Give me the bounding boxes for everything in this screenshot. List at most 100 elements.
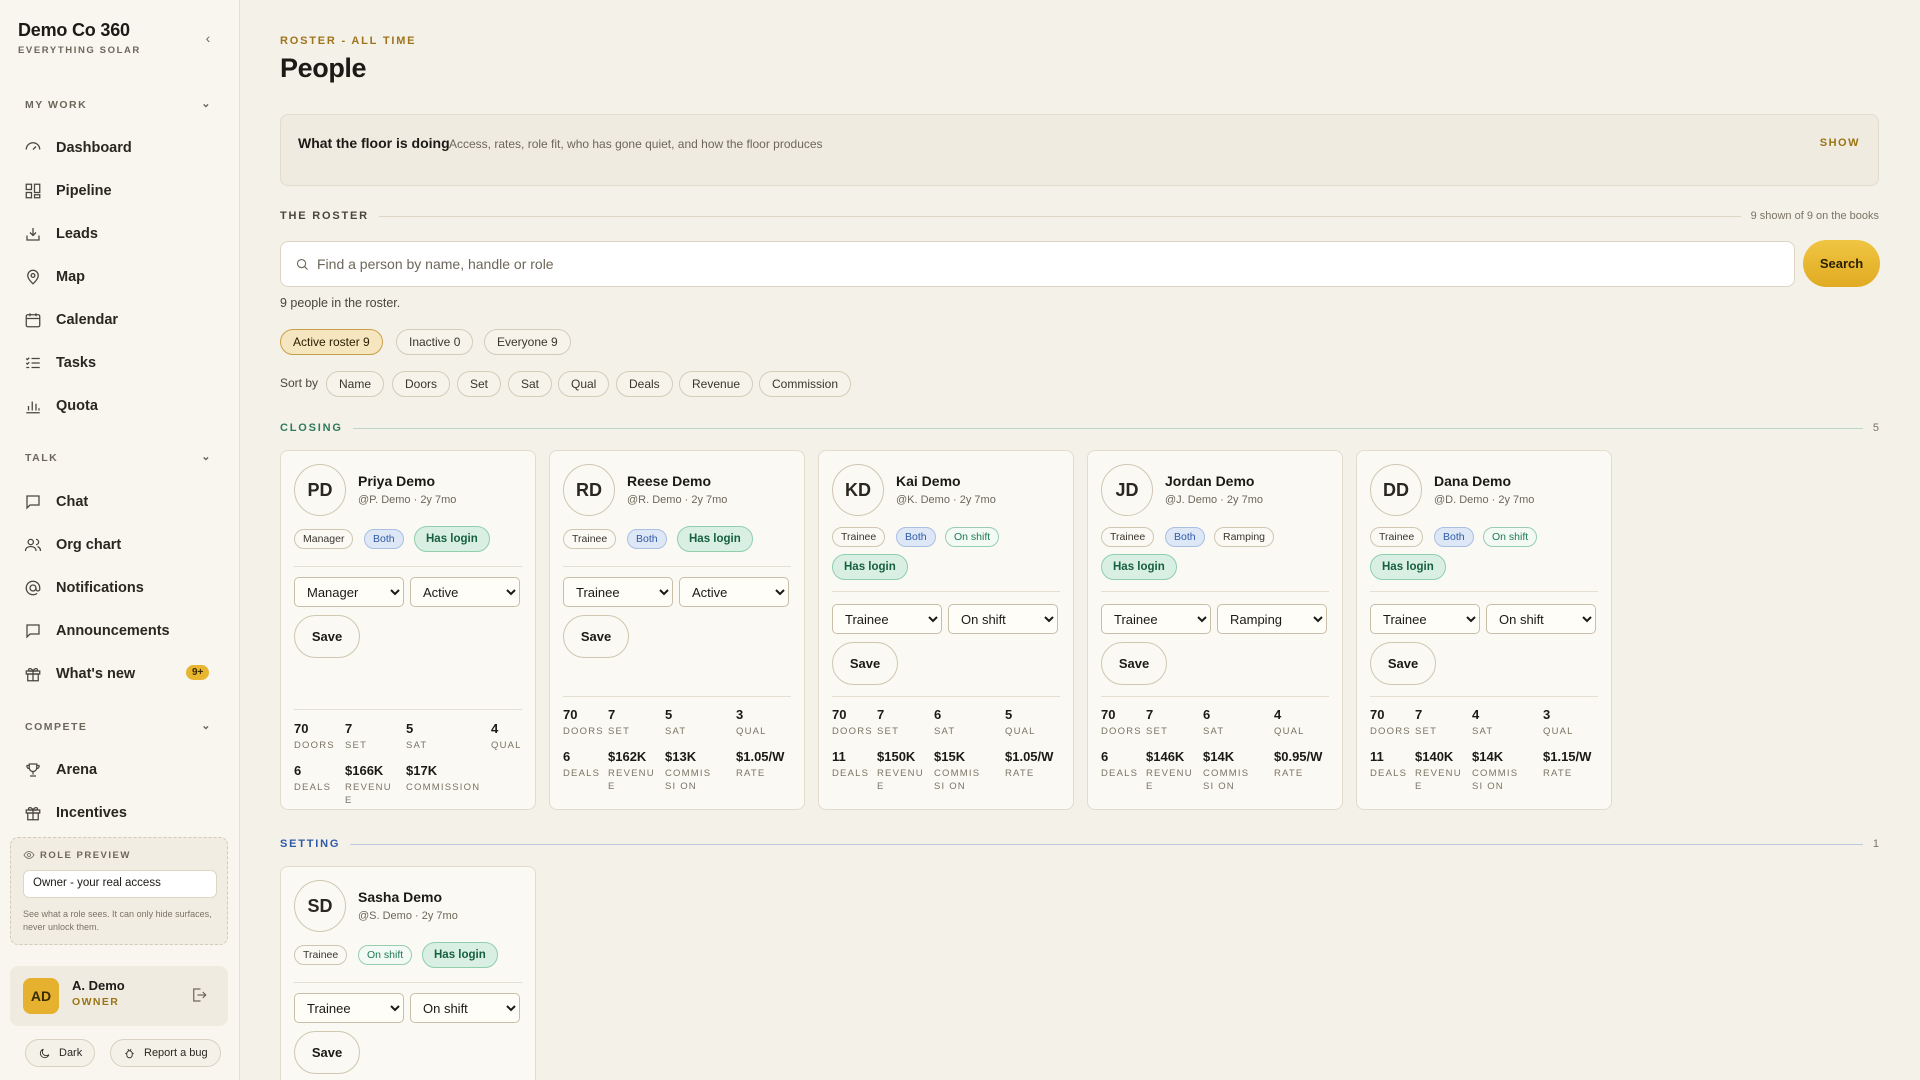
brand: Demo Co 360 EVERYTHING SOLAR <box>18 20 141 56</box>
stat-value: 7 <box>1415 707 1423 722</box>
person-card: KD Kai Demo @K. Demo · 2y 7mo Trainee Bo… <box>818 450 1074 810</box>
sidebar-item-notifications[interactable]: Notifications <box>24 573 224 603</box>
stat-sat: 5 SAT <box>665 707 717 738</box>
status-select[interactable]: Active <box>410 577 520 607</box>
sort-commission[interactable]: Commission <box>759 371 852 397</box>
role-select[interactable]: Trainee <box>832 604 942 634</box>
status-select[interactable]: Active <box>679 577 789 607</box>
filter-everyone[interactable]: Everyone 9 <box>484 329 571 355</box>
stat-label: QUAL <box>736 726 767 737</box>
stat-sat: 4 SAT <box>1472 707 1524 738</box>
stat-value: 7 <box>608 707 616 722</box>
save-button[interactable]: Save <box>563 615 629 658</box>
sidebar-item-leads[interactable]: Leads <box>24 219 224 249</box>
divider <box>1101 591 1329 592</box>
sidebar-item-arena[interactable]: Arena <box>24 755 224 785</box>
status-select[interactable]: Ramping <box>1217 604 1327 634</box>
role-select[interactable]: Trainee <box>1101 604 1211 634</box>
save-button[interactable]: Save <box>294 1031 360 1074</box>
save-button[interactable]: Save <box>1101 642 1167 685</box>
stat-label: QUAL <box>1005 726 1036 737</box>
sort-doors[interactable]: Doors <box>392 371 451 397</box>
sort-set[interactable]: Set <box>457 371 502 397</box>
sidebar-item-org-chart[interactable]: Org chart <box>24 530 224 560</box>
roster-count: 9 people in the roster. <box>280 296 401 310</box>
save-button[interactable]: Save <box>1370 642 1436 685</box>
nav-section-compete[interactable]: COMPETE ⌄ <box>25 720 212 733</box>
person-card: PD Priya Demo @P. Demo · 2y 7mo Manager … <box>280 450 536 810</box>
stat-rate: $1.05/W RATE <box>1005 749 1057 780</box>
sidebar-item-pipeline[interactable]: Pipeline <box>24 176 224 206</box>
chat-icon <box>26 495 40 510</box>
nav-section-talk[interactable]: TALK ⌄ <box>25 451 212 464</box>
stat-commission: $14K COMMISSI ON <box>1472 749 1524 793</box>
sidebar-item-chat[interactable]: Chat <box>24 487 224 517</box>
logout-icon[interactable] <box>190 986 208 1004</box>
nav-section-my-work[interactable]: MY WORK ⌄ <box>25 98 212 111</box>
stat-label: RATE <box>736 768 766 779</box>
stat-commission: $17K COMMISSION <box>406 763 496 794</box>
sidebar-item-calendar[interactable]: Calendar <box>24 305 224 335</box>
sort-sat[interactable]: Sat <box>508 371 553 397</box>
role-select[interactable]: Trainee <box>294 993 404 1023</box>
person-handle: @K. Demo · 2y 7mo <box>896 494 996 506</box>
collapse-sidebar-icon[interactable]: ‹ <box>200 30 216 46</box>
sidebar-item-map[interactable]: Map <box>24 262 224 292</box>
role-tag: Trainee <box>832 527 886 547</box>
sidebar-item-announcements[interactable]: Announcements <box>24 616 224 646</box>
status-tag: Ramping <box>1214 527 1275 547</box>
stat-value: 70 <box>294 721 309 736</box>
filter-inactive[interactable]: Inactive 0 <box>396 329 474 355</box>
divider <box>1370 591 1598 592</box>
save-button[interactable]: Save <box>294 615 360 658</box>
role-preview-help: See what a role sees. It can only hide s… <box>23 909 212 932</box>
floor-show-button[interactable]: SHOW <box>1820 137 1860 149</box>
stat-label: SET <box>1415 726 1438 737</box>
moon-icon <box>39 1048 50 1058</box>
status-select[interactable]: On shift <box>948 604 1058 634</box>
sidebar-item-label: Arena <box>56 762 98 778</box>
sidebar-item-label: Map <box>56 269 85 285</box>
search-button[interactable]: Search <box>1803 240 1880 287</box>
sort-qual[interactable]: Qual <box>558 371 610 397</box>
filter-active-roster[interactable]: Active roster 9 <box>280 329 383 355</box>
stat-rate: $1.05/W RATE <box>736 749 788 780</box>
search-field[interactable] <box>280 241 1795 287</box>
dark-mode-button[interactable]: Dark <box>25 1039 96 1067</box>
sidebar-item-tasks[interactable]: Tasks <box>24 348 224 378</box>
sidebar-item-quota[interactable]: Quota <box>24 391 224 421</box>
chevron-down-icon: ⌄ <box>201 720 212 732</box>
sort-name[interactable]: Name <box>326 371 385 397</box>
stat-label: COMMISSI ON <box>1472 768 1519 792</box>
floor-summary-title: What the floor is doing <box>298 135 450 151</box>
report-bug-label: Report a bug <box>144 1047 208 1059</box>
login-badge: Has login <box>414 526 490 552</box>
role-preview-select[interactable]: Owner - your real access <box>23 870 217 898</box>
role-select[interactable]: Manager <box>294 577 404 607</box>
stat-label: RATE <box>1543 768 1573 779</box>
login-badge: Has login <box>422 942 498 968</box>
person-handle: @R. Demo · 2y 7mo <box>627 494 728 506</box>
sort-deals[interactable]: Deals <box>616 371 673 397</box>
sidebar-item-whats-new[interactable]: What's new 9+ <box>24 659 224 689</box>
trophy-icon <box>26 763 40 777</box>
sidebar-item-incentives[interactable]: Incentives <box>24 798 224 828</box>
person-handle: @D. Demo · 2y 7mo <box>1434 494 1535 506</box>
stat-set: 7 SET <box>345 721 397 752</box>
sidebar-item-label: Pipeline <box>56 183 112 199</box>
save-button[interactable]: Save <box>832 642 898 685</box>
report-bug-button[interactable]: Report a bug <box>110 1039 221 1067</box>
sort-revenue[interactable]: Revenue <box>679 371 754 397</box>
person-card: RD Reese Demo @R. Demo · 2y 7mo Trainee … <box>549 450 805 810</box>
role-select[interactable]: Trainee <box>1370 604 1480 634</box>
sidebar-item-dashboard[interactable]: Dashboard <box>24 133 224 163</box>
stat-qual: 3 QUAL <box>736 707 788 738</box>
stat-label: COMMISSI ON <box>1203 768 1250 792</box>
search-input[interactable] <box>317 242 1777 286</box>
role-select[interactable]: Trainee <box>563 577 673 607</box>
stat-label: COMMISSION <box>406 782 481 793</box>
status-select[interactable]: On shift <box>1486 604 1596 634</box>
sidebar-item-label: Incentives <box>56 805 127 821</box>
brand-title: Demo Co 360 <box>18 20 130 40</box>
status-select[interactable]: On shift <box>410 993 520 1023</box>
